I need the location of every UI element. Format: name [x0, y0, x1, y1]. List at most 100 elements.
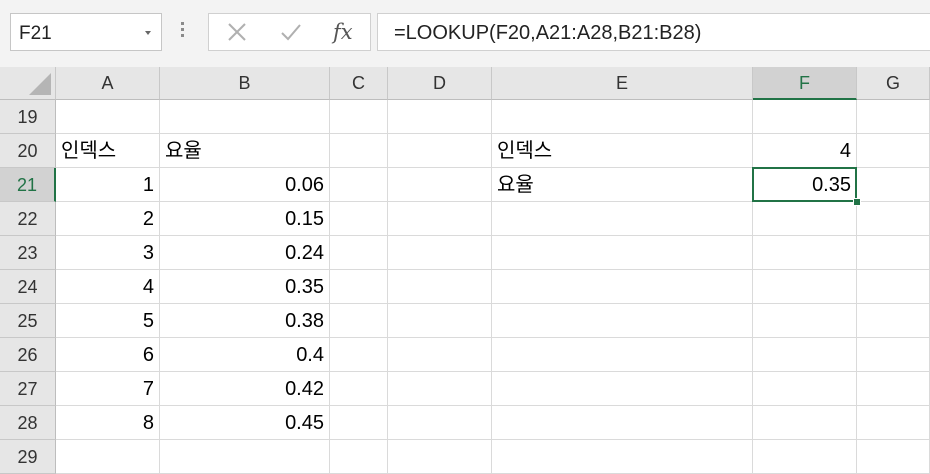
column-header-d[interactable]: D [388, 67, 492, 100]
cell-a24[interactable]: 4 [56, 270, 160, 304]
cell-b29[interactable] [160, 440, 330, 474]
row-header-27[interactable]: 27 [0, 372, 56, 406]
cell-f22[interactable] [753, 202, 857, 236]
cell-e27[interactable] [492, 372, 753, 406]
cell-f26[interactable] [753, 338, 857, 372]
cell-d20[interactable] [388, 134, 492, 168]
cell-c26[interactable] [330, 338, 388, 372]
row-header-29[interactable]: 29 [0, 440, 56, 474]
cell-a22[interactable]: 2 [56, 202, 160, 236]
cell-d21[interactable] [388, 168, 492, 202]
cell-g24[interactable] [857, 270, 930, 304]
cell-d27[interactable] [388, 372, 492, 406]
column-header-a[interactable]: A [56, 67, 160, 100]
cancel-icon[interactable] [225, 14, 249, 50]
cell-c25[interactable] [330, 304, 388, 338]
cell-e19[interactable] [492, 100, 753, 134]
cell-f25[interactable] [753, 304, 857, 338]
cell-f29[interactable] [753, 440, 857, 474]
cell-b24[interactable]: 0.35 [160, 270, 330, 304]
column-header-f[interactable]: F [753, 67, 857, 100]
column-header-g[interactable]: G [857, 67, 930, 100]
row-header-25[interactable]: 25 [0, 304, 56, 338]
cell-a21[interactable]: 1 [56, 168, 160, 202]
column-header-b[interactable]: B [160, 67, 330, 100]
cell-c21[interactable] [330, 168, 388, 202]
cell-d26[interactable] [388, 338, 492, 372]
cell-c27[interactable] [330, 372, 388, 406]
cell-a27[interactable]: 7 [56, 372, 160, 406]
cell-a20[interactable]: 인덱스 [56, 134, 160, 168]
cell-f27[interactable] [753, 372, 857, 406]
cell-e22[interactable] [492, 202, 753, 236]
cell-c22[interactable] [330, 202, 388, 236]
cell-a25[interactable]: 5 [56, 304, 160, 338]
cell-g23[interactable] [857, 236, 930, 270]
cell-e29[interactable] [492, 440, 753, 474]
cell-b26[interactable]: 0.4 [160, 338, 330, 372]
formula-bar-resize-handle-icon[interactable] [181, 22, 185, 42]
cell-d23[interactable] [388, 236, 492, 270]
cell-g28[interactable] [857, 406, 930, 440]
cell-b28[interactable]: 0.45 [160, 406, 330, 440]
cell-d28[interactable] [388, 406, 492, 440]
cell-c24[interactable] [330, 270, 388, 304]
cell-c20[interactable] [330, 134, 388, 168]
cell-a26[interactable]: 6 [56, 338, 160, 372]
cell-d29[interactable] [388, 440, 492, 474]
enter-check-icon[interactable] [279, 14, 303, 50]
cell-g26[interactable] [857, 338, 930, 372]
cell-c19[interactable] [330, 100, 388, 134]
name-box[interactable]: F21 [10, 13, 162, 51]
select-all-button[interactable] [0, 67, 56, 100]
cell-e28[interactable] [492, 406, 753, 440]
cell-d24[interactable] [388, 270, 492, 304]
cell-e24[interactable] [492, 270, 753, 304]
cell-f20[interactable]: 4 [753, 134, 857, 168]
cell-b22[interactable]: 0.15 [160, 202, 330, 236]
row-header-20[interactable]: 20 [0, 134, 56, 168]
cell-f24[interactable] [753, 270, 857, 304]
cell-b27[interactable]: 0.42 [160, 372, 330, 406]
column-header-e[interactable]: E [492, 67, 753, 100]
cell-f28[interactable] [753, 406, 857, 440]
cell-c28[interactable] [330, 406, 388, 440]
cell-d22[interactable] [388, 202, 492, 236]
row-header-22[interactable]: 22 [0, 202, 56, 236]
row-header-28[interactable]: 28 [0, 406, 56, 440]
cell-a19[interactable] [56, 100, 160, 134]
row-header-19[interactable]: 19 [0, 100, 56, 134]
insert-function-icon[interactable]: fx [333, 20, 353, 44]
cell-b19[interactable] [160, 100, 330, 134]
cell-e23[interactable] [492, 236, 753, 270]
cell-e25[interactable] [492, 304, 753, 338]
cell-a28[interactable]: 8 [56, 406, 160, 440]
cell-g29[interactable] [857, 440, 930, 474]
cell-g27[interactable] [857, 372, 930, 406]
cell-g25[interactable] [857, 304, 930, 338]
formula-input[interactable]: =LOOKUP(F20,A21:A28,B21:B28) [377, 13, 930, 51]
cell-b21[interactable]: 0.06 [160, 168, 330, 202]
cell-d19[interactable] [388, 100, 492, 134]
cell-c29[interactable] [330, 440, 388, 474]
cell-g21[interactable] [857, 168, 930, 202]
cell-b20[interactable]: 요율 [160, 134, 330, 168]
cell-f23[interactable] [753, 236, 857, 270]
column-header-c[interactable]: C [330, 67, 388, 100]
name-box-dropdown-icon[interactable] [145, 31, 151, 35]
cell-b25[interactable]: 0.38 [160, 304, 330, 338]
row-header-21[interactable]: 21 [0, 168, 56, 202]
row-header-24[interactable]: 24 [0, 270, 56, 304]
cell-f19[interactable] [753, 100, 857, 134]
cell-a23[interactable]: 3 [56, 236, 160, 270]
cell-d25[interactable] [388, 304, 492, 338]
cell-e26[interactable] [492, 338, 753, 372]
cell-e21[interactable]: 요율 [492, 168, 753, 202]
cell-b23[interactable]: 0.24 [160, 236, 330, 270]
cell-e20[interactable]: 인덱스 [492, 134, 753, 168]
cell-g20[interactable] [857, 134, 930, 168]
cell-c23[interactable] [330, 236, 388, 270]
fill-handle[interactable] [853, 198, 861, 206]
cell-a29[interactable] [56, 440, 160, 474]
row-header-23[interactable]: 23 [0, 236, 56, 270]
